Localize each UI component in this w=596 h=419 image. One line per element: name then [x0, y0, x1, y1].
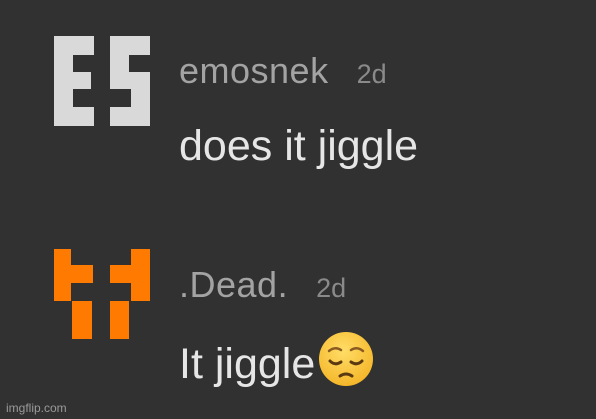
user-avatar[interactable] [54, 36, 150, 126]
pensive-face-emoji-icon [317, 330, 375, 388]
comment-header: emosnek 2d [179, 50, 387, 92]
timestamp: 2d [356, 59, 387, 89]
comment-text-row: It jiggle [179, 330, 375, 389]
es-pixel-logo-icon [54, 36, 150, 126]
comment-text: It jiggle [179, 340, 316, 388]
comment-text: does it jiggle [179, 122, 419, 170]
comment-header: .Dead. 2d [179, 264, 346, 306]
orange-pixel-face-icon [54, 249, 150, 339]
user-avatar[interactable] [54, 249, 150, 339]
timestamp: 2d [316, 273, 347, 303]
imgflip-watermark: imgflip.com [6, 401, 67, 415]
username[interactable]: emosnek [179, 50, 329, 91]
username[interactable]: .Dead. [179, 264, 288, 305]
